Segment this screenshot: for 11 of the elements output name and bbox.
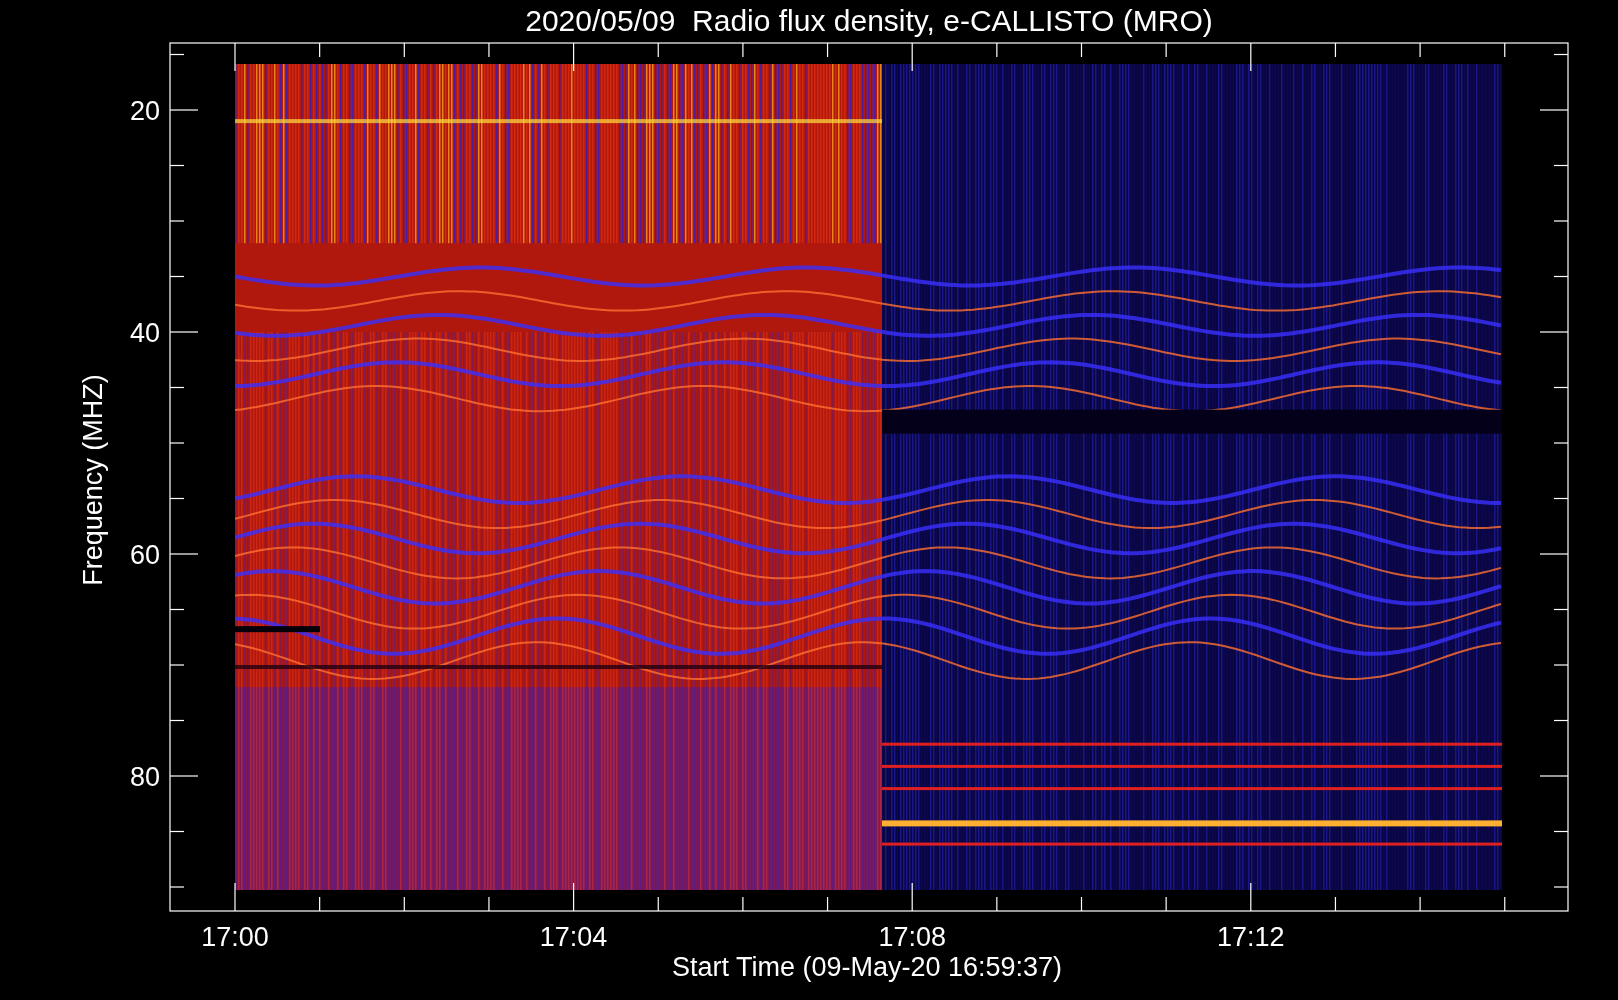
tick-label: 17:08	[878, 922, 946, 952]
tick-label: 60	[129, 540, 160, 570]
axis-title: Frequency (MHZ)	[78, 374, 108, 586]
chart-title: 2020/05/09 Radio flux density, e-CALLISTO (MRO)	[525, 4, 1213, 37]
axis-title: Start Time (09-May-20 16:59:37)	[671, 952, 1063, 982]
tick-label: 20	[129, 96, 160, 126]
tick-label: 17:00	[201, 922, 269, 952]
tick-label: 40	[129, 318, 160, 348]
tick-label: 17:12	[1217, 922, 1285, 952]
tick-label: 17:04	[539, 922, 608, 952]
tick-label: 80	[129, 762, 160, 792]
